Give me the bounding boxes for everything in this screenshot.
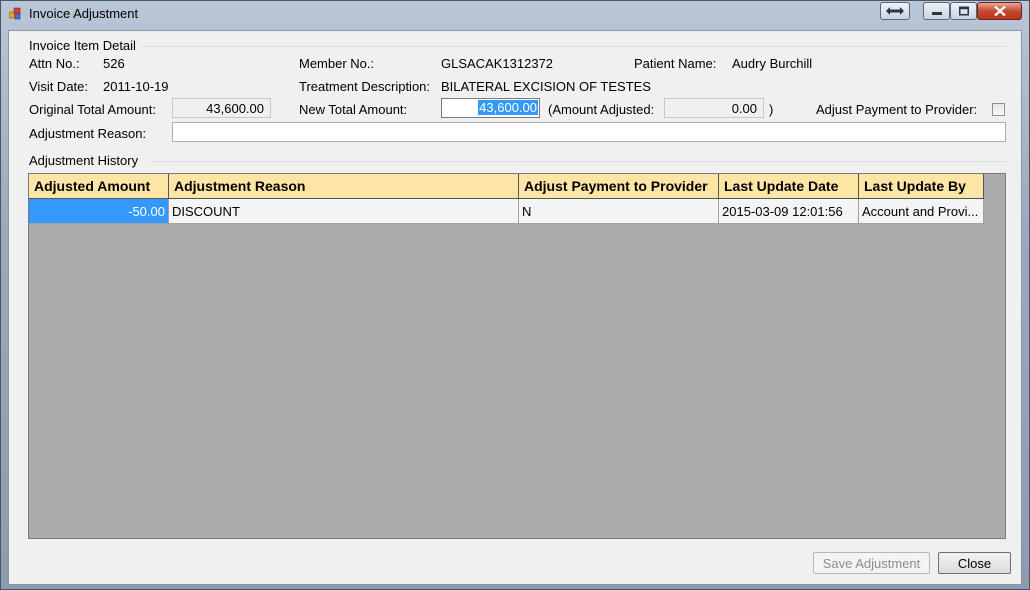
adjustment-reason-label: Adjustment Reason:: [29, 126, 147, 141]
close-button[interactable]: Close: [938, 552, 1011, 574]
new-total-amount-selected-text: 43,600.00: [478, 100, 538, 115]
visit-date-label: Visit Date:: [29, 79, 89, 94]
history-group-divider: [150, 161, 1007, 162]
amount-adjusted-field: 0.00: [664, 98, 764, 118]
amount-adjusted-label: (Amount Adjusted:: [548, 102, 655, 117]
treatment-description-label: Treatment Description:: [299, 79, 431, 94]
adjust-payment-to-provider-checkbox[interactable]: [992, 103, 1005, 116]
column-header-adjusted-amount[interactable]: Adjusted Amount: [29, 174, 169, 199]
column-header-adjust-payment-to-provider[interactable]: Adjust Payment to Provider: [519, 174, 719, 199]
attn-no-label: Attn No.:: [29, 56, 80, 71]
column-header-adjustment-reason[interactable]: Adjustment Reason: [169, 174, 519, 199]
form-client-area: Invoice Item Detail Attn No.: 526 Member…: [8, 30, 1022, 585]
invoice-item-detail-group-title: Invoice Item Detail: [29, 38, 136, 53]
invoice-adjustment-window: Invoice Adjustment Invoice Item Detail A…: [0, 0, 1030, 590]
patient-name-label: Patient Name:: [634, 56, 717, 71]
group-divider: [141, 46, 1007, 47]
app-icon: [8, 7, 22, 20]
close-window-button[interactable]: [977, 2, 1022, 20]
adjust-payment-to-provider-label: Adjust Payment to Provider:: [816, 102, 978, 117]
table-cell-adjusted-amount[interactable]: -50.00: [29, 199, 169, 224]
member-no-label: Member No.:: [299, 56, 375, 71]
window-title: Invoice Adjustment: [29, 6, 139, 21]
amount-adjusted-close-paren: ): [769, 102, 774, 117]
save-adjustment-button[interactable]: Save Adjustment: [813, 552, 930, 574]
original-total-amount-field: 43,600.00: [172, 98, 271, 118]
table-cell-adjust-payment-to-provider[interactable]: N: [519, 199, 719, 224]
column-header-last-update-date[interactable]: Last Update Date: [719, 174, 859, 199]
column-header-last-update-by[interactable]: Last Update By: [859, 174, 984, 199]
table-cell-adjustment-reason[interactable]: DISCOUNT: [169, 199, 519, 224]
new-total-amount-label: New Total Amount:: [299, 102, 408, 117]
patient-name-value: Audry Burchill: [732, 56, 813, 71]
new-total-amount-input[interactable]: 43,600.00: [441, 98, 540, 118]
adjustment-history-grid[interactable]: Adjusted Amount Adjustment Reason Adjust…: [28, 173, 1006, 539]
title-bar[interactable]: Invoice Adjustment: [1, 1, 1029, 27]
attn-no-value: 526: [103, 56, 125, 71]
original-total-amount-label: Original Total Amount:: [29, 102, 156, 117]
visit-date-value: 2011-10-19: [103, 79, 169, 94]
member-no-value: GLSACAK1312372: [441, 56, 554, 71]
maximize-button[interactable]: [950, 2, 977, 20]
adjustment-reason-input[interactable]: [172, 122, 1006, 142]
table-cell-last-update-by[interactable]: Account and Provi...: [859, 199, 984, 224]
treatment-description-value: BILATERAL EXCISION OF TESTES: [441, 79, 651, 94]
adjustment-history-group-title: Adjustment History: [29, 153, 139, 168]
resize-button[interactable]: [880, 2, 910, 20]
minimize-button[interactable]: [923, 2, 950, 20]
table-cell-last-update-date[interactable]: 2015-03-09 12:01:56: [719, 199, 859, 224]
